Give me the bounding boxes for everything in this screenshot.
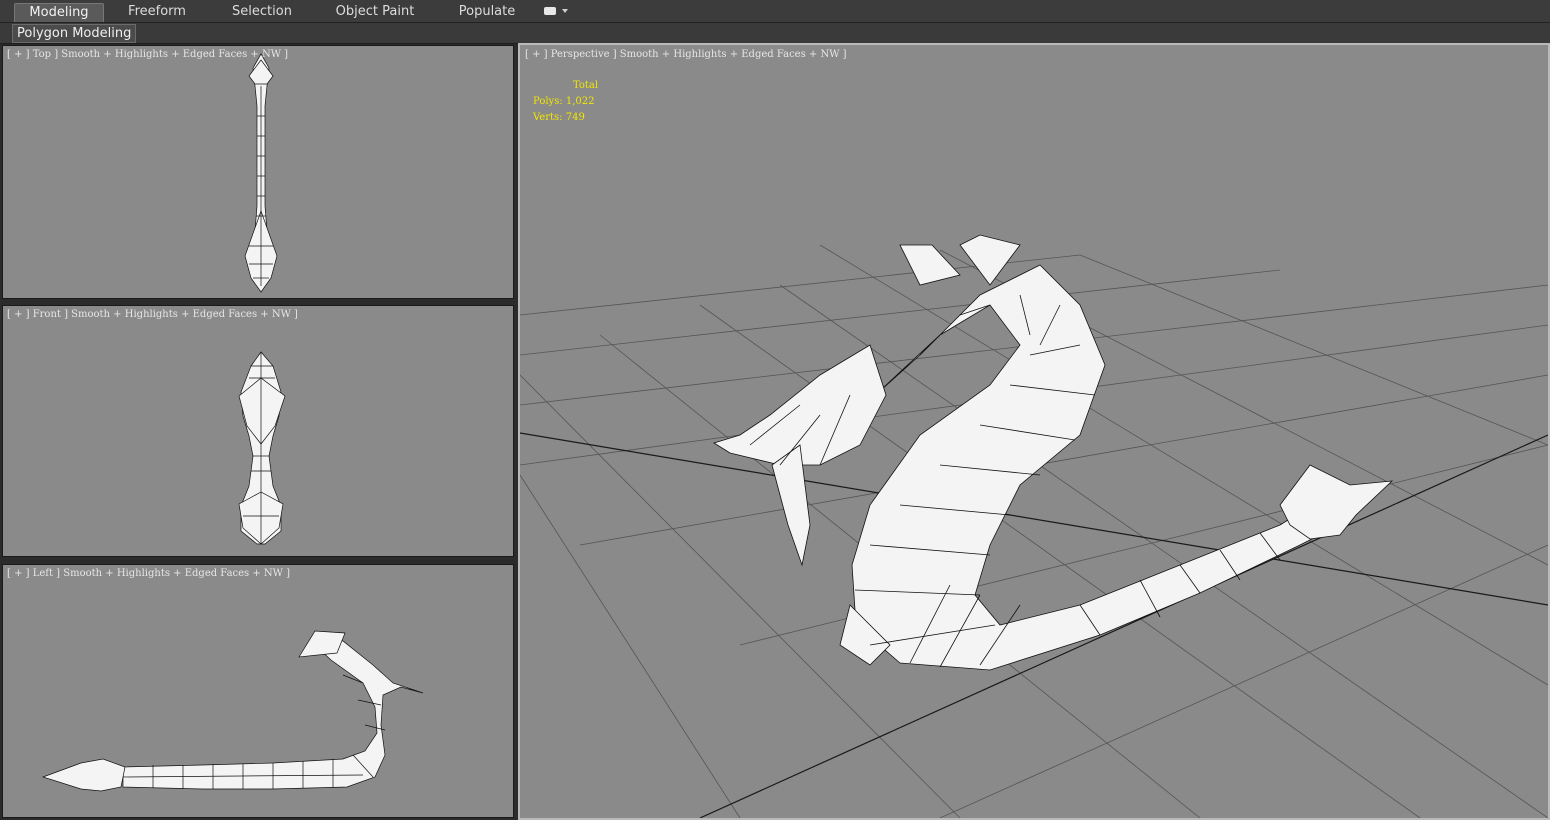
perspective-scene xyxy=(520,234,1548,818)
dragon-model xyxy=(713,234,1394,671)
viewport-perspective[interactable]: [ + ] Perspective ] Smooth + Highlights … xyxy=(518,43,1550,820)
ribbon-panel-bar: Polygon Modeling xyxy=(0,23,1550,44)
stats-verts-label: Verts: xyxy=(533,112,563,123)
chevron-down-icon xyxy=(562,9,568,13)
ribbon-tab-bar: Modeling Freeform Selection Object Paint… xyxy=(0,0,1550,23)
top-view-model xyxy=(244,53,278,293)
tab-selection[interactable]: Selection xyxy=(222,3,302,21)
stats-verts-value: 749 xyxy=(565,112,585,123)
viewport-label-front[interactable]: [ + ] Front ] Smooth + Highlights + Edge… xyxy=(7,309,298,320)
viewport-label-left[interactable]: [ + ] Left ] Smooth + Highlights + Edged… xyxy=(7,568,290,579)
viewport-front[interactable]: [ + ] Front ] Smooth + Highlights + Edge… xyxy=(2,305,514,557)
viewport-left[interactable]: [ + ] Left ] Smooth + Highlights + Edged… xyxy=(2,564,514,818)
tab-modeling[interactable]: Modeling xyxy=(14,3,104,22)
viewport-label-perspective[interactable]: [ + ] Perspective ] Smooth + Highlights … xyxy=(525,49,847,60)
viewport-label-top[interactable]: [ + ] Top ] Smooth + Highlights + Edged … xyxy=(7,49,288,60)
left-view-model xyxy=(41,630,424,792)
stats-polys-value: 1,022 xyxy=(565,96,595,107)
stats-polys-row: Polys: 1,022 xyxy=(533,94,598,110)
tab-populate[interactable]: Populate xyxy=(448,3,526,21)
ribbon-options-icon[interactable] xyxy=(542,6,568,18)
viewport-top[interactable]: [ + ] Top ] Smooth + Highlights + Edged … xyxy=(2,45,514,299)
polygon-modeling-button[interactable]: Polygon Modeling xyxy=(12,24,137,43)
stats-polys-label: Polys: xyxy=(533,96,563,107)
front-view-model xyxy=(238,351,286,545)
tab-freeform[interactable]: Freeform xyxy=(114,3,200,21)
stats-header: Total xyxy=(573,80,599,91)
statistics-overlay: Total Polys: 1,022 Verts: 749 xyxy=(533,78,598,126)
tab-object-paint[interactable]: Object Paint xyxy=(330,3,420,21)
ribbon-display-icon xyxy=(544,7,556,15)
stats-verts-row: Verts: 749 xyxy=(533,110,598,126)
